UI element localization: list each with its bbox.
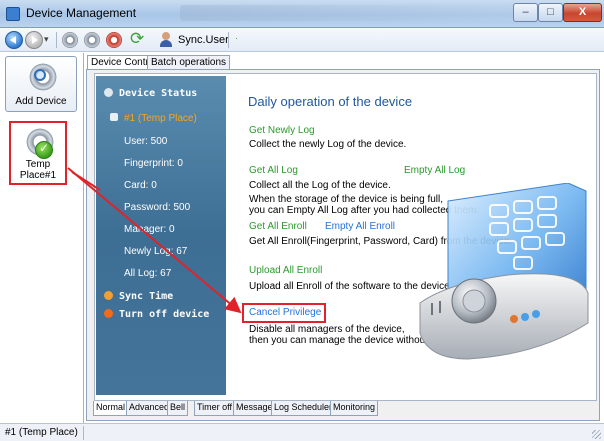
toolbar-separator bbox=[56, 32, 57, 48]
page-title: Daily operation of the device bbox=[248, 94, 413, 109]
power-icon bbox=[104, 309, 113, 318]
title-bar-blur bbox=[180, 5, 520, 21]
clock-icon bbox=[104, 291, 113, 300]
status-bar-text: #1 (Temp Place) bbox=[5, 427, 78, 438]
tab-bell[interactable]: Bell bbox=[167, 401, 189, 416]
get-all-log-desc-1: Collect all the Log of the device. bbox=[249, 180, 391, 191]
empty-all-log-link[interactable]: Empty All Log bbox=[404, 165, 465, 176]
maximize-button[interactable]: □ bbox=[538, 3, 563, 22]
sync-time-text: Sync Time bbox=[119, 291, 174, 302]
stat-manager: Manager: 0 bbox=[124, 224, 175, 235]
gear-icon[interactable] bbox=[84, 32, 100, 48]
add-device-button[interactable]: Add Device bbox=[5, 56, 77, 112]
device-place-link[interactable]: #1 (Temp Place) bbox=[110, 113, 197, 124]
minimize-button[interactable]: – bbox=[513, 3, 538, 22]
tab-normal[interactable]: Normal bbox=[93, 401, 129, 416]
device-illustration bbox=[419, 183, 589, 360]
window-title: Device Management bbox=[26, 6, 137, 20]
stat-card: Card: 0 bbox=[124, 180, 157, 191]
toolbar: ▾ Sync.User · bbox=[0, 28, 604, 52]
toolbar-marker: · bbox=[235, 33, 238, 43]
tab-monitoring[interactable]: Monitoring bbox=[330, 401, 379, 416]
tab-timer-off[interactable]: Timer off bbox=[194, 401, 236, 416]
back-icon[interactable] bbox=[5, 31, 23, 49]
device-status-panel: Device Status #1 (Temp Place) User: 500 … bbox=[96, 76, 226, 395]
stat-all-log: All Log: 67 bbox=[124, 268, 172, 279]
sync-user-button[interactable]: Sync.User bbox=[178, 34, 229, 46]
device-status-heading-text: Device Status bbox=[119, 88, 198, 99]
close-button[interactable]: X bbox=[563, 3, 602, 22]
device-item-label-line1: Temp bbox=[25, 159, 51, 170]
turn-off-device-link[interactable]: Turn off device bbox=[104, 309, 209, 320]
title-bar: Device Management – □ X bbox=[0, 0, 604, 28]
device-status-heading: Device Status bbox=[104, 88, 197, 99]
tab-log-scheduler[interactable]: Log Scheduler bbox=[271, 401, 336, 416]
empty-all-enroll-link[interactable]: Empty All Enroll bbox=[325, 221, 395, 232]
stat-password: Password: 500 bbox=[124, 202, 191, 213]
tab-message[interactable]: Message bbox=[233, 401, 276, 416]
gear-icon[interactable] bbox=[106, 32, 122, 48]
app-icon bbox=[6, 7, 20, 21]
tab-batch-operations[interactable]: Batch operations bbox=[147, 55, 231, 70]
forward-icon[interactable] bbox=[25, 31, 43, 49]
check-icon bbox=[35, 141, 53, 159]
get-newly-log-desc: Collect the newly Log of the device. bbox=[249, 139, 407, 150]
stat-user: User: 500 bbox=[124, 136, 168, 147]
device-place-text: #1 (Temp Place) bbox=[124, 113, 197, 124]
status-bar-separator bbox=[83, 426, 84, 440]
magnifier-icon bbox=[34, 69, 46, 81]
sync-time-link[interactable]: Sync Time bbox=[104, 291, 173, 302]
device-item-label: Temp Place#1 bbox=[11, 159, 65, 181]
get-all-log-link[interactable]: Get All Log bbox=[249, 165, 298, 176]
device-icon bbox=[110, 113, 118, 121]
sync-icon[interactable] bbox=[130, 29, 146, 49]
upload-all-enroll-link[interactable]: Upload All Enroll bbox=[249, 265, 322, 276]
gear-icon[interactable] bbox=[62, 32, 78, 48]
status-bar: #1 (Temp Place) bbox=[0, 423, 604, 441]
get-newly-log-link[interactable]: Get Newly Log bbox=[249, 125, 315, 136]
device-list-panel: Add Device Temp Place#1 bbox=[0, 53, 84, 423]
stat-newly-log: Newly Log: 67 bbox=[124, 246, 188, 257]
stat-fingerprint: Fingerprint: 0 bbox=[124, 158, 183, 169]
resize-grip-icon[interactable] bbox=[592, 430, 601, 439]
tab-advanced[interactable]: Advanced bbox=[126, 401, 173, 416]
turn-off-device-text: Turn off device bbox=[119, 309, 210, 320]
get-all-enroll-link[interactable]: Get All Enroll bbox=[249, 221, 307, 232]
history-dropdown-icon[interactable]: ▾ bbox=[44, 34, 49, 45]
highlight-box bbox=[242, 303, 326, 323]
gear-icon bbox=[104, 88, 113, 97]
add-device-label: Add Device bbox=[15, 96, 67, 107]
user-icon[interactable] bbox=[158, 32, 174, 48]
toolbar-separator bbox=[228, 32, 229, 48]
device-item-label-line2: Place#1 bbox=[19, 170, 57, 181]
device-item-temp-place[interactable]: Temp Place#1 bbox=[9, 121, 67, 185]
